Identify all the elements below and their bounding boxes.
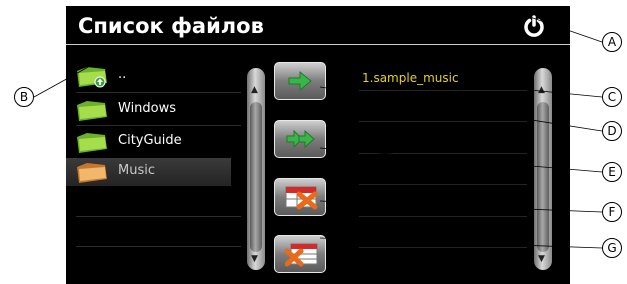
callout-d: D	[602, 121, 622, 141]
callout-a: A	[602, 32, 622, 52]
callout-leaders	[33, 16, 603, 249]
callout-f: F	[602, 202, 622, 222]
callout-g: G	[602, 238, 622, 258]
callout-b: B	[14, 87, 34, 107]
callout-c: C	[602, 87, 622, 107]
callout-e: E	[602, 162, 622, 182]
